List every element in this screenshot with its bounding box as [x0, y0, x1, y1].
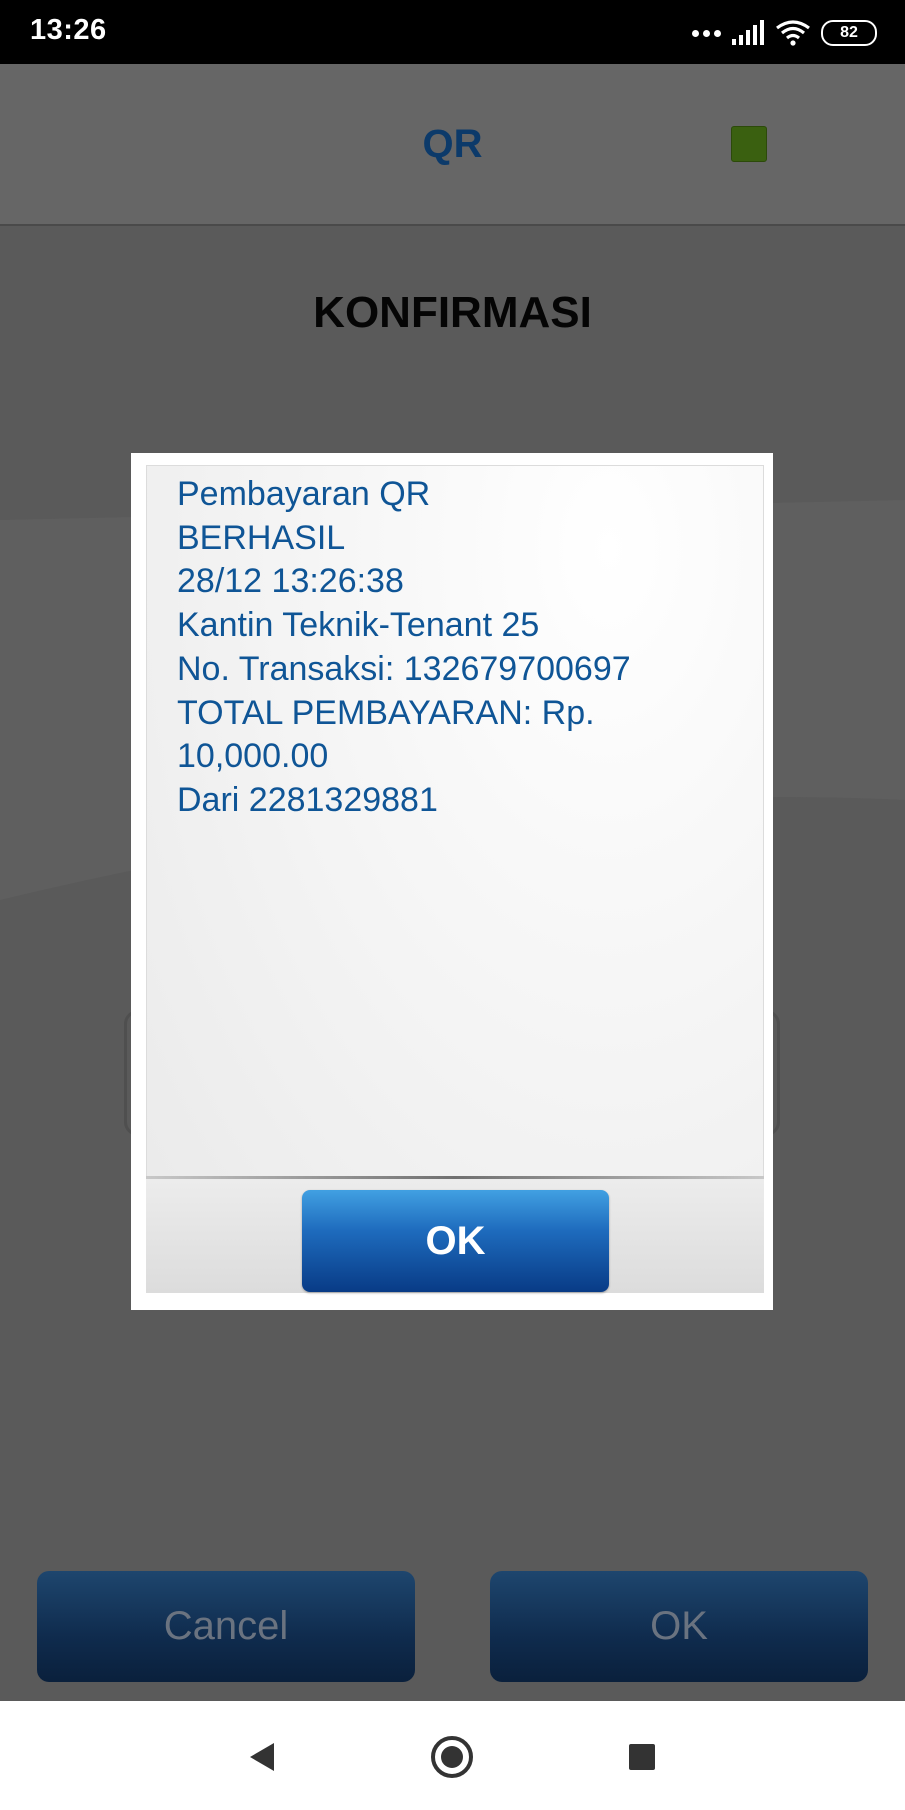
wifi-icon — [776, 20, 810, 46]
ok-button[interactable]: OK — [490, 1571, 868, 1682]
dialog-line: TOTAL PEMBAYARAN: Rp. — [177, 693, 595, 732]
signal-dots-icon — [692, 29, 721, 37]
dialog-message: Pembayaran QR BERHASIL 28/12 13:26:38 Ka… — [177, 473, 737, 823]
status-time: 13:26 — [30, 14, 107, 46]
dialog-line: Kantin Teknik-Tenant 25 — [177, 606, 540, 645]
dialog-line: No. Transaksi: 132679700697 — [177, 649, 631, 688]
recents-icon[interactable] — [620, 1735, 664, 1779]
status-indicator — [731, 126, 767, 162]
navigation-bar — [0, 1701, 905, 1810]
signal-bars-icon — [732, 20, 764, 45]
app-header: QR — [0, 64, 905, 226]
dialog-line: BERHASIL — [177, 518, 346, 557]
dialog-line: 28/12 13:26:38 — [177, 562, 404, 601]
cancel-button[interactable]: Cancel — [37, 1571, 415, 1682]
battery-icon: 82 — [821, 20, 877, 46]
page-title: KONFIRMASI — [313, 288, 592, 337]
status-bar: 13:26 82 — [0, 0, 905, 64]
dialog-line: Dari 2281329881 — [177, 780, 438, 819]
dialog-line: Pembayaran QR — [177, 475, 431, 513]
home-icon[interactable] — [430, 1735, 474, 1779]
header-title: QR — [422, 122, 483, 166]
status-icons: 82 — [692, 16, 877, 50]
back-icon[interactable] — [240, 1735, 284, 1779]
dialog-line: 10,000.00 — [177, 737, 329, 776]
dialog-ok-button[interactable]: OK — [302, 1190, 609, 1292]
